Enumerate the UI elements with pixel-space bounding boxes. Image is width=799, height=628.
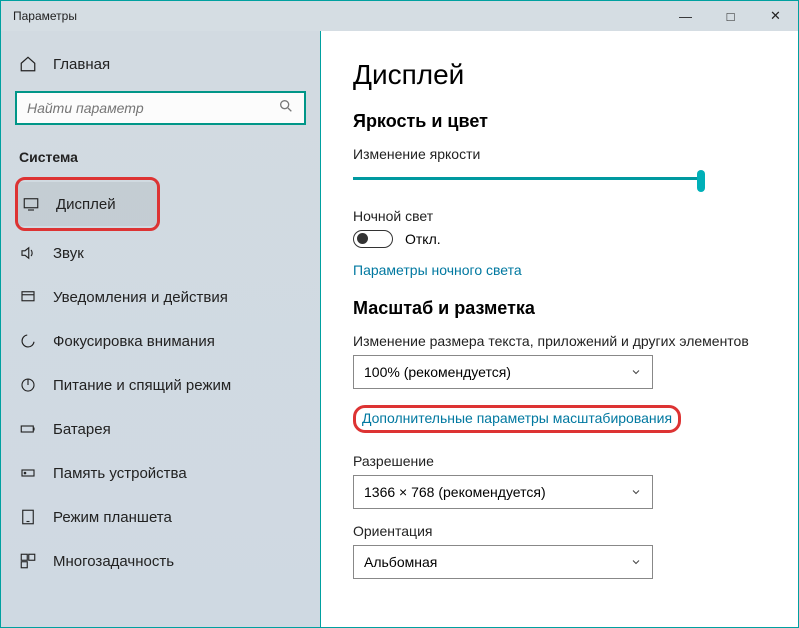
sidebar: Главная Система Дисплей Звук Уведомления… (1, 31, 321, 627)
chevron-down-icon (630, 556, 642, 568)
power-icon (19, 376, 37, 394)
content-pane: Дисплей Яркость и цвет Изменение яркости… (321, 31, 798, 627)
chevron-down-icon (630, 486, 642, 498)
sidebar-item-tablet[interactable]: Режим планшета (15, 495, 320, 539)
sound-icon (19, 244, 37, 262)
home-link[interactable]: Главная (15, 49, 320, 91)
sidebar-item-notifications[interactable]: Уведомления и действия (15, 275, 320, 319)
toggle-knob (357, 233, 368, 244)
notifications-icon (19, 288, 37, 306)
sidebar-item-power[interactable]: Питание и спящий режим (15, 363, 320, 407)
highlight-display-item: Дисплей (15, 177, 160, 231)
home-icon (19, 55, 37, 73)
battery-icon (19, 420, 37, 438)
nav-label: Батарея (53, 421, 111, 438)
nav-label: Память устройства (53, 465, 187, 482)
sidebar-item-storage[interactable]: Память устройства (15, 451, 320, 495)
nav-label: Уведомления и действия (53, 289, 228, 306)
night-light-toggle[interactable] (353, 230, 393, 248)
page-title: Дисплей (353, 59, 764, 91)
sidebar-item-multitask[interactable]: Многозадачность (15, 539, 320, 583)
window-title: Параметры (13, 9, 77, 23)
night-light-settings-link[interactable]: Параметры ночного света (353, 262, 764, 278)
maximize-button[interactable]: □ (708, 1, 753, 31)
resolution-value: 1366 × 768 (рекомендуется) (364, 484, 546, 500)
orientation-label: Ориентация (353, 523, 764, 539)
chevron-down-icon (630, 366, 642, 378)
scale-section-heading: Масштаб и разметка (353, 298, 764, 319)
nav-label: Питание и спящий режим (53, 377, 231, 394)
storage-icon (19, 464, 37, 482)
highlight-advanced-scale: Дополнительные параметры масштабирования (353, 405, 681, 433)
night-light-label: Ночной свет (353, 208, 764, 224)
slider-thumb[interactable] (697, 170, 705, 192)
search-container (15, 91, 306, 125)
search-field[interactable] (27, 100, 278, 116)
titlebar: Параметры — □ ✕ (1, 1, 798, 31)
close-button[interactable]: ✕ (753, 1, 798, 31)
sidebar-item-display[interactable]: Дисплей (18, 182, 157, 226)
scale-label: Изменение размера текста, приложений и д… (353, 333, 764, 349)
display-icon (22, 195, 40, 213)
focus-icon (19, 332, 37, 350)
multitask-icon (19, 552, 37, 570)
orientation-value: Альбомная (364, 554, 437, 570)
category-heading: Система (15, 143, 320, 177)
tablet-icon (19, 508, 37, 526)
advanced-scale-link[interactable]: Дополнительные параметры масштабирования (362, 410, 672, 426)
nav-label: Звук (53, 245, 84, 262)
sidebar-item-focus[interactable]: Фокусировка внимания (15, 319, 320, 363)
resolution-combo[interactable]: 1366 × 768 (рекомендуется) (353, 475, 653, 509)
night-light-value: Откл. (405, 231, 441, 247)
resolution-label: Разрешение (353, 453, 764, 469)
sidebar-item-battery[interactable]: Батарея (15, 407, 320, 451)
home-label: Главная (53, 56, 110, 73)
scale-combo[interactable]: 100% (рекомендуется) (353, 355, 653, 389)
brightness-slider[interactable] (353, 168, 764, 188)
minimize-button[interactable]: — (663, 1, 708, 31)
window-controls: — □ ✕ (663, 1, 798, 31)
nav-label: Дисплей (56, 196, 116, 213)
brightness-section-heading: Яркость и цвет (353, 111, 764, 132)
sidebar-item-sound[interactable]: Звук (15, 231, 320, 275)
nav-label: Фокусировка внимания (53, 333, 215, 350)
brightness-label: Изменение яркости (353, 146, 764, 162)
search-icon (278, 98, 294, 119)
nav-label: Многозадачность (53, 553, 174, 570)
orientation-combo[interactable]: Альбомная (353, 545, 653, 579)
nav-label: Режим планшета (53, 509, 172, 526)
scale-value: 100% (рекомендуется) (364, 364, 511, 380)
search-input[interactable] (15, 91, 306, 125)
